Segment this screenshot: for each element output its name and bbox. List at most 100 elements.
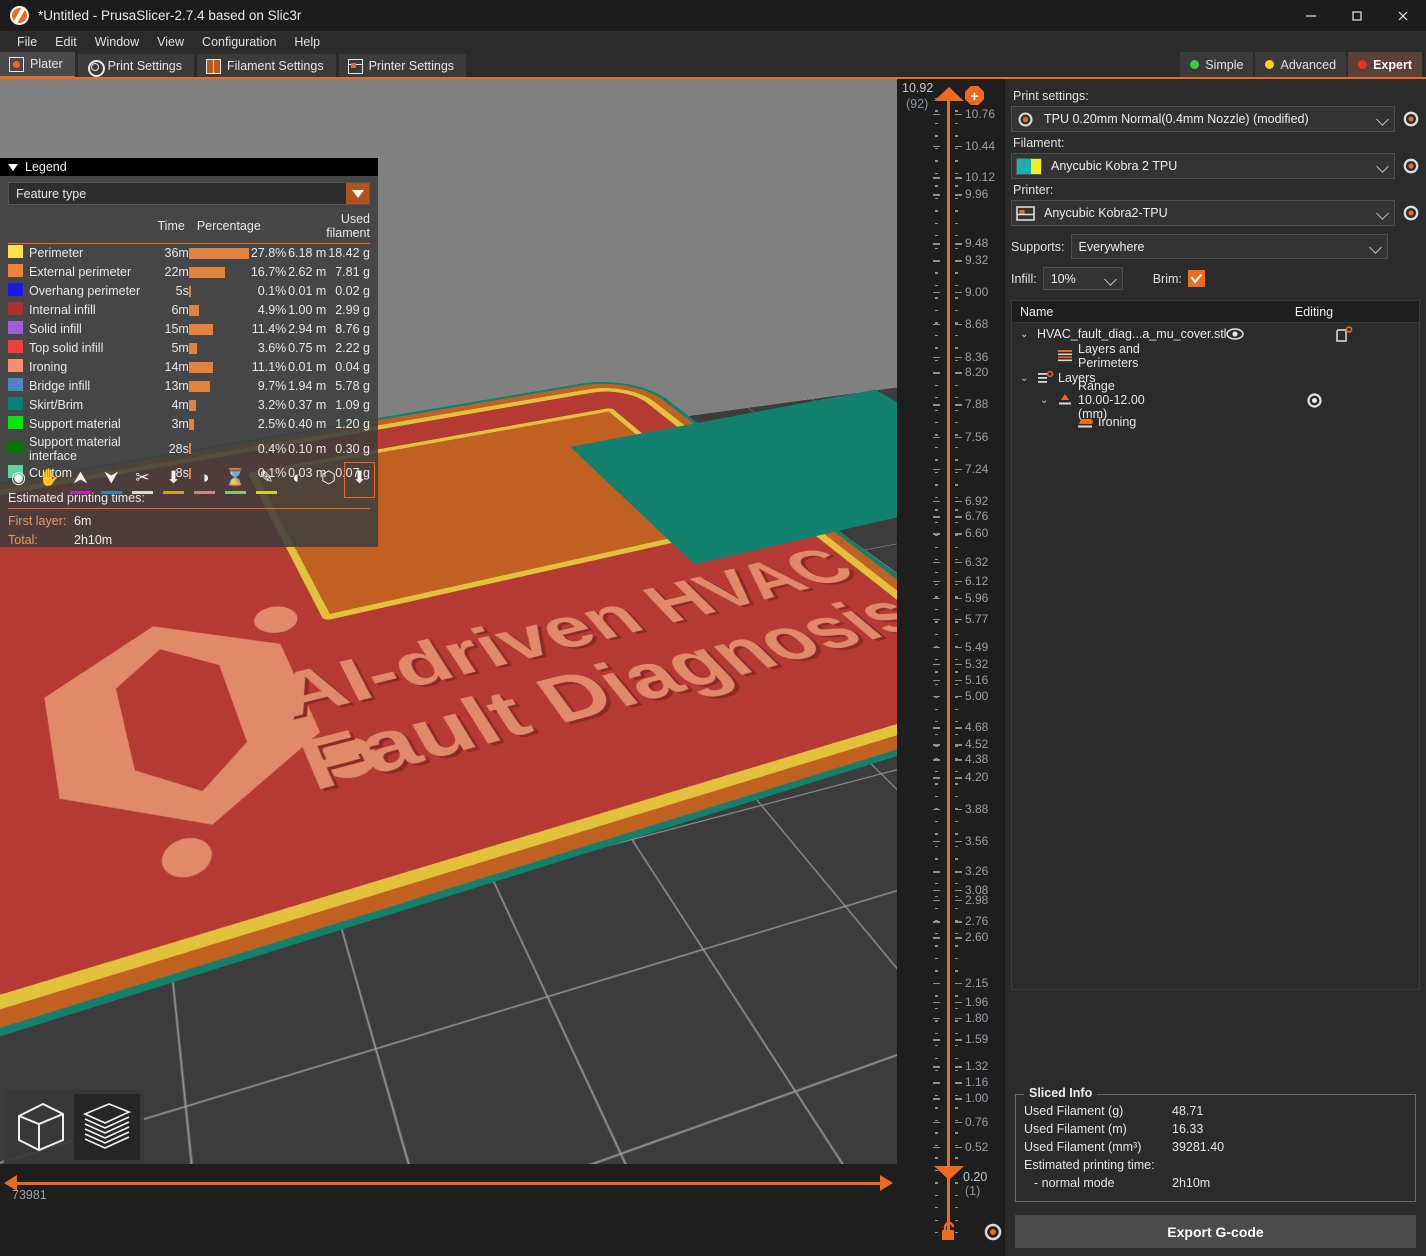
dropdown-arrow-icon[interactable] xyxy=(346,183,369,204)
maximize-icon[interactable] xyxy=(1334,0,1380,31)
layer-slider[interactable]: 10.92 (92) + 10.7610.4410.129.969.489.32… xyxy=(897,79,1005,1256)
brim-checkbox[interactable] xyxy=(1188,270,1205,287)
menu-item-view[interactable]: View xyxy=(148,33,193,51)
infill-label: Infill: xyxy=(1011,272,1037,286)
wireframe-cube-icon[interactable]: ⬡ xyxy=(314,463,343,497)
layer-slider-lower-thumb[interactable] xyxy=(934,1166,964,1180)
legend-weight: 1.09 g xyxy=(326,396,370,415)
tool-marker-icon[interactable]: ✎ xyxy=(252,463,281,497)
mode-label: Advanced xyxy=(1280,58,1336,72)
object-tree-row[interactable]: ⌄Range 10.00-12.00 (mm) xyxy=(1012,389,1419,411)
object-tree-row[interactable]: Layers and Perimeters xyxy=(1012,345,1419,367)
chevron-down-icon[interactable]: ⌄ xyxy=(1020,329,1032,340)
mode-button-expert[interactable]: Expert xyxy=(1348,52,1422,77)
export-gcode-button[interactable]: Export G-code xyxy=(1015,1215,1416,1248)
object-tree-row[interactable]: Ironing xyxy=(1012,411,1419,433)
color-change-icon[interactable]: ◑ xyxy=(190,463,219,497)
supports-row: Supports: Everywhere xyxy=(1011,234,1420,259)
first-layer-row: First layer: 6m xyxy=(8,509,370,528)
legend-bar-cell xyxy=(189,244,251,263)
layer-tick-label: 9.32 xyxy=(965,255,988,265)
close-icon[interactable] xyxy=(1380,0,1426,31)
tab-print-settings[interactable]: Print Settings xyxy=(78,54,194,78)
legend-row[interactable]: Bridge infill13m9.7%1.94 m5.78 g xyxy=(8,377,370,396)
tab-printer-settings[interactable]: Printer Settings xyxy=(339,54,466,78)
slider-track[interactable] xyxy=(10,1182,883,1185)
menu-item-help[interactable]: Help xyxy=(285,33,329,51)
layer-tick-label: 4.68 xyxy=(965,722,988,732)
time-estimate-icon[interactable]: ⌛ xyxy=(221,463,250,497)
print-settings-edit-icon[interactable] xyxy=(1402,110,1420,128)
mode-button-simple[interactable]: Simple xyxy=(1180,52,1253,77)
legend-weight: 0.02 g xyxy=(326,282,370,301)
legend-feature-name: Overhang perimeter xyxy=(29,282,158,301)
custom-gcode-icon[interactable]: ✂ xyxy=(128,463,157,497)
legend-row[interactable]: Ironing14m11.1%0.01 m0.04 g xyxy=(8,358,370,377)
preview-view-icon[interactable] xyxy=(74,1094,140,1160)
editing-cell[interactable] xyxy=(1209,392,1419,409)
editing-cell[interactable] xyxy=(1269,326,1419,343)
printer-edit-icon[interactable] xyxy=(1402,204,1420,222)
filament-select[interactable]: Anycubic Kobra 2 TPU xyxy=(1011,153,1395,179)
legend-bar-cell xyxy=(189,377,251,396)
slider-right-handle[interactable] xyxy=(880,1175,893,1191)
layer-tick-label: 0.52 xyxy=(965,1142,988,1152)
legend-header[interactable]: Legend xyxy=(0,158,378,176)
col-percentage: Percentage xyxy=(189,212,286,244)
chevron-down-icon[interactable] xyxy=(1376,159,1390,173)
legend-row[interactable]: Internal infill6m4.9%1.00 m2.99 g xyxy=(8,301,370,320)
infill-select[interactable]: 10% xyxy=(1043,267,1123,290)
chevron-down-icon[interactable]: ⌄ xyxy=(1040,395,1052,406)
color-swatch-icon xyxy=(8,264,23,277)
shells-icon[interactable]: ◐ xyxy=(283,463,312,497)
legend-percentage: 11.4% xyxy=(251,320,286,339)
tab-filament-settings[interactable]: Filament Settings xyxy=(197,54,336,78)
print-settings-label: Print settings: xyxy=(1013,89,1420,103)
print-settings-row: TPU 0.20mm Normal(0.4mm Nozzle) (modifie… xyxy=(1011,106,1420,132)
printable-icon xyxy=(1336,326,1353,343)
editor-view-icon[interactable] xyxy=(8,1094,74,1160)
menu-item-file[interactable]: File xyxy=(8,33,46,51)
legend-feature-name: External perimeter xyxy=(29,263,158,282)
legend-percentage: 0.1% xyxy=(251,282,286,301)
horizontal-move-slider[interactable]: 73981 xyxy=(0,1164,897,1210)
filament-edit-icon[interactable] xyxy=(1402,157,1420,175)
menu-item-window[interactable]: Window xyxy=(86,33,148,51)
layer-tick-label: 1.00 xyxy=(965,1093,988,1103)
legend-row[interactable]: Top solid infill5m3.6%0.75 m2.22 g xyxy=(8,339,370,358)
printer-select[interactable]: Anycubic Kobra2-TPU xyxy=(1011,200,1395,226)
supports-select[interactable]: Everywhere xyxy=(1071,234,1388,259)
legend-row[interactable]: Skirt/Brim4m3.2%0.37 m1.09 g xyxy=(8,396,370,415)
legend-row[interactable]: Overhang perimeter5s0.1%0.01 m0.02 g xyxy=(8,282,370,301)
chevron-down-icon[interactable] xyxy=(1369,240,1383,254)
extruder-down-icon[interactable]: ⮟ xyxy=(97,463,126,497)
mode-button-advanced[interactable]: Advanced xyxy=(1255,52,1346,77)
legend-row[interactable]: Solid infill15m11.4%2.94 m8.76 g xyxy=(8,320,370,339)
chevron-down-icon[interactable] xyxy=(1104,272,1118,286)
legend-row[interactable]: Support material interface28s0.4%0.10 m0… xyxy=(8,434,370,464)
estimated-time-label: Estimated printing time: xyxy=(1024,1158,1155,1172)
extruder-up-icon[interactable]: ⮝ xyxy=(66,463,95,497)
menu-item-edit[interactable]: Edit xyxy=(46,33,86,51)
pause-print-icon[interactable]: ✋ xyxy=(35,463,64,497)
tab-plater[interactable]: Plater xyxy=(0,52,75,78)
view-type-select[interactable]: Feature type xyxy=(8,182,370,205)
legend-row[interactable]: Perimeter36m27.8%6.18 m18.42 g xyxy=(8,244,370,263)
chevron-down-icon[interactable] xyxy=(1376,112,1390,126)
retraction-icon[interactable]: ⬇ xyxy=(159,463,188,497)
layer-tick-label: 8.20 xyxy=(965,367,988,377)
lock-open-icon[interactable] xyxy=(939,1220,959,1242)
chevron-down-icon[interactable] xyxy=(1376,206,1390,220)
travel-icon[interactable]: ⬇ xyxy=(345,463,374,497)
layer-slider-settings-icon[interactable] xyxy=(983,1222,1003,1242)
legend-swatch-cell xyxy=(8,434,29,464)
layer-tick-label: 10.44 xyxy=(965,141,995,151)
legend-row[interactable]: External perimeter22m16.7%2.62 m7.81 g xyxy=(8,263,370,282)
seam-icon[interactable]: ◉ xyxy=(4,463,33,497)
3d-viewport[interactable]: AI-driven HVAC Fault Diagnosis Legend Fe… xyxy=(0,79,897,1210)
minimize-icon[interactable] xyxy=(1288,0,1334,31)
sliced-info-row: Used Filament (mm³)39281.40 xyxy=(1024,1138,1407,1156)
print-settings-select[interactable]: TPU 0.20mm Normal(0.4mm Nozzle) (modifie… xyxy=(1011,106,1395,132)
menu-item-configuration[interactable]: Configuration xyxy=(193,33,285,51)
legend-row[interactable]: Support material3m2.5%0.40 m1.20 g xyxy=(8,415,370,434)
